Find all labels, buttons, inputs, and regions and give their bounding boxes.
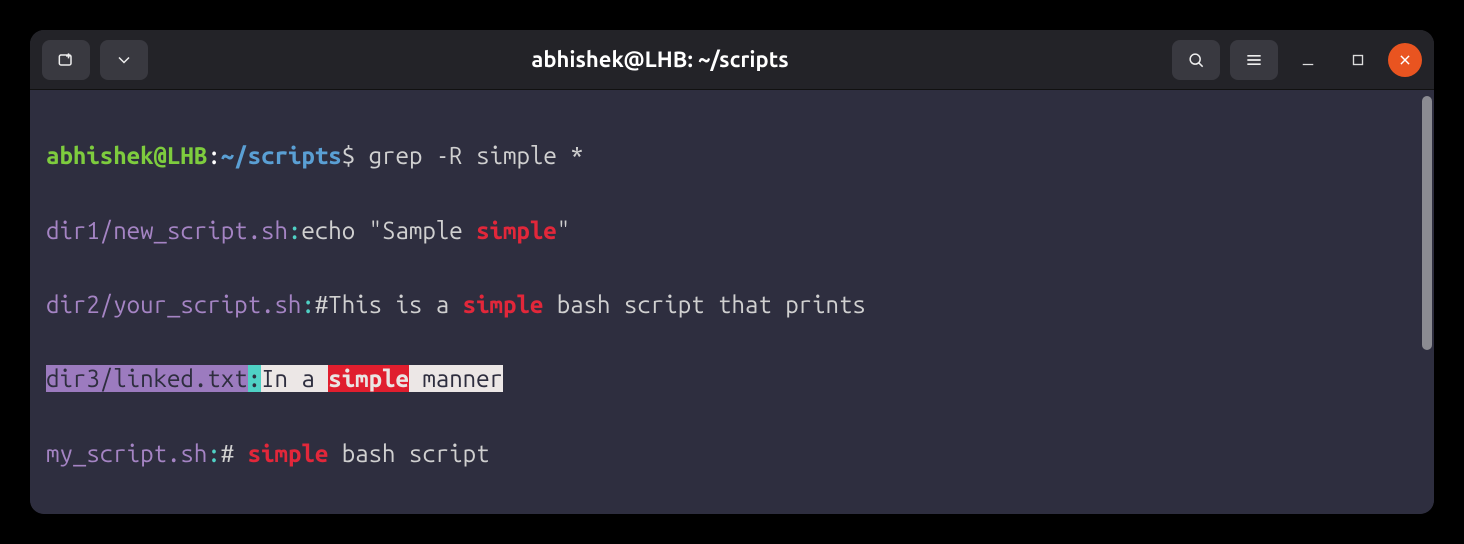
output-line-5: your_script.sh:# simple bash script: [46, 509, 1418, 514]
terminal-window: abhishek@LHB: ~/scripts abhishek@LHB:~/s…: [30, 30, 1434, 514]
minimize-button[interactable]: [1288, 40, 1328, 80]
hamburger-menu-button[interactable]: [1230, 40, 1278, 80]
prompt-host: LHB: [167, 142, 207, 169]
prompt-line-1: abhishek@LHB:~/scripts$ grep -R simple *: [46, 137, 1418, 174]
grep-match: simple: [463, 291, 544, 318]
output-line-2: dir2/your_script.sh:#This is a simple ba…: [46, 286, 1418, 323]
grep-match: simple: [328, 365, 409, 392]
close-button[interactable]: [1388, 43, 1422, 77]
prompt-path: ~/scripts: [221, 142, 342, 169]
grep-match: simple: [476, 217, 557, 244]
grep-match: simple: [248, 440, 329, 467]
search-button[interactable]: [1172, 40, 1220, 80]
output-line-4: my_script.sh:# simple bash script: [46, 435, 1418, 472]
scrollbar[interactable]: [1422, 96, 1432, 350]
output-line-3-selected: dir3/linked.txt:In a simple manner: [46, 360, 1418, 397]
terminal-content[interactable]: abhishek@LHB:~/scripts$ grep -R simple *…: [30, 90, 1434, 514]
output-line-1: dir1/new_script.sh:echo "Sample simple": [46, 212, 1418, 249]
maximize-button[interactable]: [1338, 40, 1378, 80]
window-title: abhishek@LHB: ~/scripts: [158, 47, 1162, 72]
prompt-user: abhishek: [46, 142, 154, 169]
title-bar: abhishek@LHB: ~/scripts: [30, 30, 1434, 90]
tab-menu-button[interactable]: [100, 40, 148, 80]
new-tab-button[interactable]: [42, 40, 90, 80]
command-text: grep -R simple *: [369, 142, 584, 169]
